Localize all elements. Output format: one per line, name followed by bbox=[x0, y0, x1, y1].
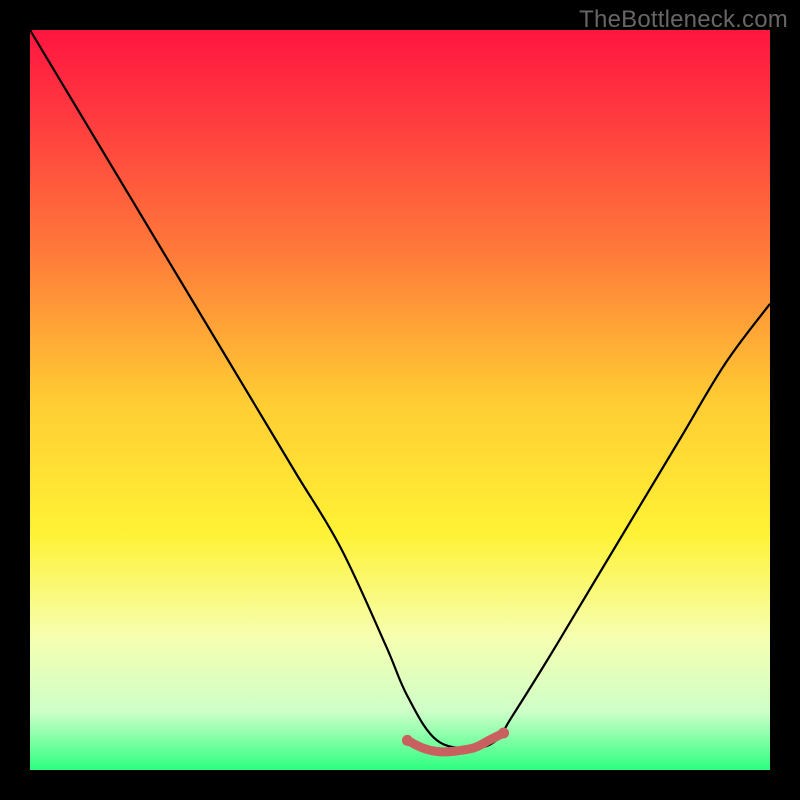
plot-svg bbox=[30, 30, 770, 770]
bottleneck-chart: TheBottleneck.com bbox=[0, 0, 800, 800]
gradient-background bbox=[30, 30, 770, 770]
watermark-text: TheBottleneck.com bbox=[579, 6, 788, 34]
valley-endpoint-left bbox=[402, 735, 413, 746]
valley-endpoint-right bbox=[498, 728, 509, 739]
